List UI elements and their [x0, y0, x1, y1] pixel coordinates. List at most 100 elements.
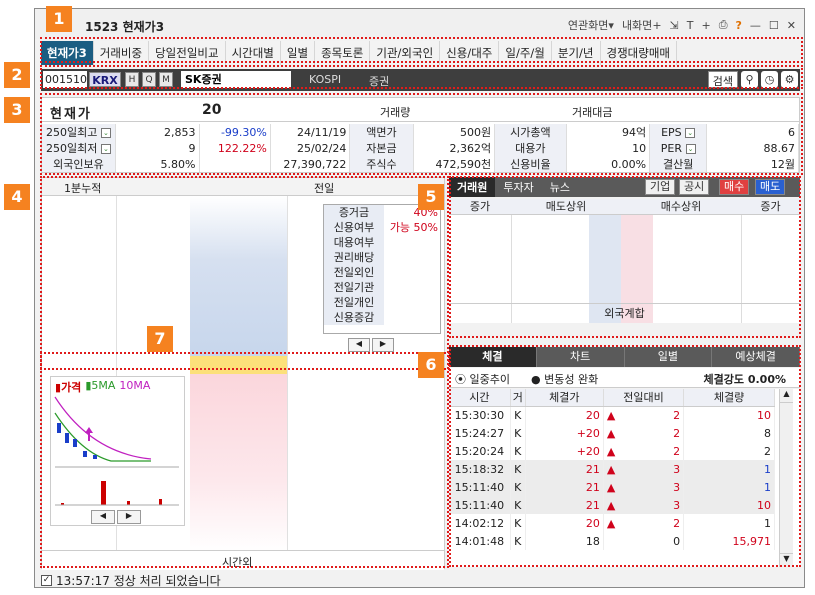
trade-cell: 21	[525, 478, 604, 496]
badge-4: 4	[4, 184, 30, 210]
hoga-panel: 1분누적 전일 증거금 40% 신용여부 가능 50% 대용여부 권리배당 전일외인 전일기관…	[41, 177, 445, 570]
stock-name-field[interactable]: SK증권	[181, 71, 291, 88]
trade-cell: 8	[683, 424, 775, 442]
info-value	[384, 235, 440, 250]
scroll-right-button[interactable]: ▶	[372, 338, 394, 352]
tab-9[interactable]: 분기/년	[552, 41, 601, 65]
trade-row: 15:18:32 K 21 ▲ 3 1	[449, 460, 775, 478]
binoculars-icon[interactable]: ⚲	[741, 71, 758, 88]
after-hours-label: 시간외	[222, 556, 253, 569]
tab-10[interactable]: 경쟁대량매매	[601, 41, 677, 65]
company-button[interactable]: 기업	[645, 179, 676, 195]
scroll-down-icon[interactable]: ▼	[780, 553, 793, 567]
checkbox-icon[interactable]: ✓	[41, 574, 52, 586]
my-screen-menu[interactable]: 내화면+	[622, 17, 662, 33]
m-button[interactable]: M	[159, 72, 173, 87]
link-icon[interactable]: ⇲	[670, 19, 679, 32]
dropdown-icon[interactable]: ⌄	[685, 143, 696, 154]
tab-news[interactable]: 뉴스	[542, 177, 578, 197]
tab-broker[interactable]: 거래원	[449, 177, 496, 197]
info-value	[384, 280, 440, 295]
tab-8[interactable]: 일/주/월	[499, 41, 552, 65]
tab-2[interactable]: 당일전일비교	[149, 41, 226, 65]
print-icon[interactable]: ⎙	[719, 18, 728, 32]
col-sell-top: 매도상위	[545, 200, 587, 213]
tab-0[interactable]: 현재가3	[41, 41, 94, 65]
clock-icon[interactable]: ◷	[761, 71, 778, 88]
trades-scrollbar[interactable]: ▲ ▼	[779, 389, 793, 567]
quote-cell: 500원	[413, 124, 496, 140]
trade-cell: ▲ 3	[603, 496, 685, 514]
quote-cell: 9	[115, 140, 200, 156]
chart-left-button[interactable]: ◀	[91, 510, 115, 524]
info-value: 가능 50%	[389, 221, 438, 234]
col-buy-top: 매수상위	[660, 200, 702, 213]
dropdown-icon[interactable]: ⌄	[100, 144, 111, 154]
tab-trades[interactable]: 체결	[449, 347, 537, 367]
disclosure-button[interactable]: 공시	[679, 179, 710, 195]
stock-code-input[interactable]: 001510	[43, 71, 87, 88]
market-button[interactable]: KRX	[89, 72, 121, 87]
tab-expected[interactable]: 예상체결	[712, 347, 800, 367]
maximize-icon[interactable]: ☐	[769, 19, 779, 32]
tab-3[interactable]: 시간대별	[226, 41, 281, 65]
quote-table: 250일최고 ⌄ 2,853 -99.30% 24/11/19 액면가 500원 시가총액 9…	[42, 124, 799, 172]
screen-tabs: 현재가3 거래비중 당일전일비교 시간대별 일별 종목토론 기관/외국인 신용/대주 일/주/월…	[41, 41, 677, 65]
trade-cell: 15:24:27	[449, 424, 511, 442]
sell-button[interactable]: 매도	[755, 179, 786, 195]
info-value	[384, 265, 440, 280]
tab-daily[interactable]: 일별	[625, 347, 713, 367]
trade-col-header: 체결가	[525, 389, 604, 407]
change-value: 2	[673, 408, 681, 422]
text-icon[interactable]: T	[687, 19, 694, 32]
quote-cell: 2,362억	[413, 140, 496, 156]
info-key: 증거금	[324, 205, 384, 220]
tab-chart[interactable]: 차트	[537, 347, 625, 367]
scroll-left-button[interactable]: ◀	[348, 338, 370, 352]
radio-vi[interactable]: ● 변동성 완화	[531, 371, 598, 387]
trade-cell: 14:02:12	[449, 514, 511, 532]
up-arrow-icon: ▲	[606, 444, 616, 458]
change-value: 2	[673, 516, 681, 530]
info-row: 전일개인	[324, 295, 440, 310]
scroll-up-icon[interactable]: ▲	[780, 389, 793, 403]
up-arrow-icon: ▲	[606, 426, 616, 440]
dropdown-icon[interactable]: ⌄	[100, 128, 111, 138]
tab-6[interactable]: 기관/외국인	[370, 41, 441, 65]
trade-col-header: 시간	[449, 389, 511, 407]
change-value: 2	[673, 426, 681, 440]
up-arrow-icon: ▲	[606, 498, 616, 512]
buy-button[interactable]: 매수	[719, 179, 750, 195]
broker-header: 증가 매도상위 매수상위 증가	[449, 199, 800, 215]
search-button[interactable]: 검색	[707, 71, 738, 88]
q-button[interactable]: Q	[142, 72, 156, 87]
tab-1[interactable]: 거래비중	[94, 41, 150, 65]
quote-cell: 자본금	[349, 140, 414, 156]
foreign-total-label: 외국계합	[449, 303, 800, 323]
linked-screen-menu[interactable]: 연관화면▾	[568, 17, 614, 33]
tab-investor[interactable]: 투자자	[495, 177, 541, 197]
minimize-icon[interactable]: —	[750, 19, 761, 32]
tab-5[interactable]: 종목토론	[315, 41, 371, 65]
trades-table: 시간 거 체결가 전일대비 체결량 15:30:30 K 20 ▲ 2 10 15:24:27 K +20…	[449, 389, 800, 567]
status-bar: ✓ 13:57:17 정상 처리 되었습니다	[41, 572, 221, 588]
quote-cell: 0.00%	[566, 156, 651, 172]
tab-4[interactable]: 일별	[281, 41, 316, 65]
trade-cell: K	[510, 496, 526, 514]
chart-right-button[interactable]: ▶	[117, 510, 141, 524]
help-icon[interactable]: ?	[736, 19, 742, 32]
dropdown-icon[interactable]: ⌄	[685, 127, 696, 138]
radio-intraday[interactable]: ⦿ 일중추이	[455, 371, 510, 387]
gear-icon[interactable]: ⚙	[781, 71, 798, 88]
trade-row: 15:24:27 K +20 ▲ 2 8	[449, 424, 775, 442]
close-icon[interactable]: ✕	[787, 19, 796, 32]
badge-1: 1	[46, 6, 72, 32]
trade-cell: K	[510, 532, 526, 550]
trade-row: 15:30:30 K 20 ▲ 2 10	[449, 406, 775, 424]
quote-cell: 주식수	[349, 156, 414, 172]
tab-7[interactable]: 신용/대주	[440, 41, 500, 65]
trade-col-header: 전일대비	[603, 389, 685, 407]
change-value: 0	[673, 534, 681, 548]
h-button[interactable]: H	[125, 72, 139, 87]
add-icon[interactable]: +	[701, 19, 710, 32]
